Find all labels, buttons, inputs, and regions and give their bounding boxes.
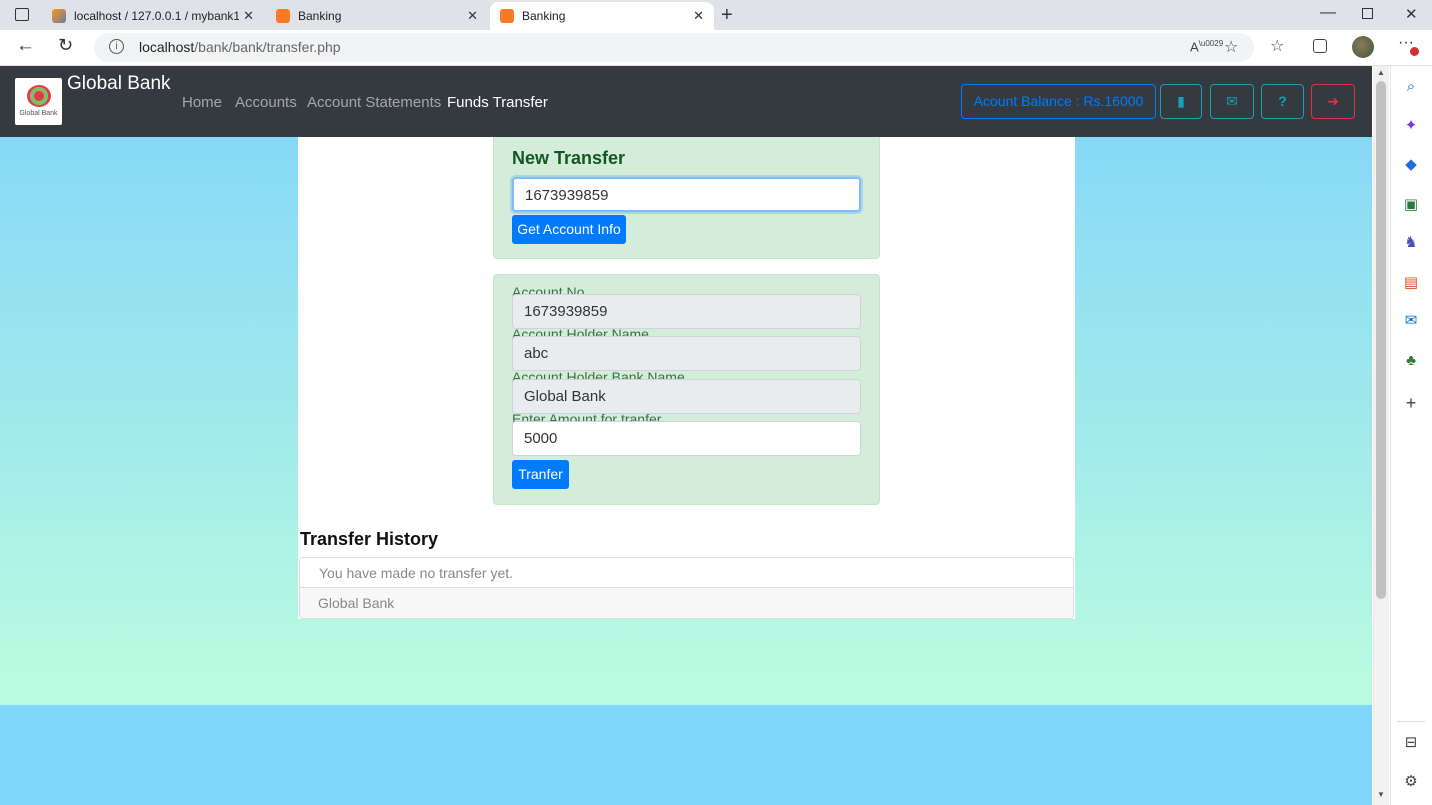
site-info-icon[interactable]: i: [109, 39, 124, 54]
brand-logo[interactable]: Global Bank: [15, 78, 62, 125]
minimize-icon[interactable]: —: [1320, 4, 1336, 22]
holder-name-field: abc: [512, 336, 861, 371]
account-number-input[interactable]: 1673939859: [512, 177, 861, 212]
site-navbar: Global Bank Global Bank Home Accounts Ac…: [0, 66, 1372, 137]
tab-title: Banking: [522, 9, 566, 23]
new-tab-icon[interactable]: +: [721, 4, 733, 27]
page-background: New Transfer 1673939859 Get Account Info…: [0, 137, 1372, 805]
account-no-field: 1673939859: [512, 294, 861, 329]
bank-name-field: Global Bank: [512, 379, 861, 414]
message-button[interactable]: ✉: [1210, 84, 1254, 119]
sign-out-icon: ➜: [1327, 93, 1339, 109]
tab-title: Banking: [298, 9, 342, 23]
scroll-up-icon[interactable]: ▲: [1377, 68, 1385, 77]
xampp-favicon-icon: [276, 9, 290, 23]
account-info-card: Account No. 1673939859 Account Holder Na…: [493, 274, 880, 505]
browser-sidebar: [1390, 66, 1432, 805]
xampp-favicon-icon: [500, 9, 514, 23]
brand-name[interactable]: Global Bank: [67, 73, 171, 95]
close-window-icon[interactable]: ✕: [1405, 5, 1418, 23]
hide-sidebar-icon[interactable]: ⊟: [1402, 734, 1420, 752]
reload-icon[interactable]: ↻: [58, 35, 73, 56]
search-icon[interactable]: ⌕: [1402, 78, 1420, 96]
add-favorite-icon[interactable]: ☆: [1224, 37, 1238, 57]
favorites-icon[interactable]: ☆: [1270, 36, 1284, 56]
tab-banking-2[interactable]: Banking ✕: [490, 2, 714, 30]
add-sidebar-icon[interactable]: +: [1402, 394, 1420, 412]
games-icon[interactable]: ♞: [1402, 234, 1420, 252]
main-container: New Transfer 1673939859 Get Account Info…: [298, 137, 1075, 619]
logo-globe-icon: [27, 85, 51, 107]
nav-link-statements[interactable]: Account Statements: [307, 94, 441, 111]
book-icon: ▮: [1177, 93, 1185, 109]
phpmyadmin-favicon-icon: [52, 9, 66, 23]
close-tab-icon[interactable]: ✕: [243, 8, 254, 24]
amount-input[interactable]: 5000: [512, 421, 861, 456]
nav-link-funds-transfer[interactable]: Funds Transfer: [447, 94, 548, 111]
tab-title: localhost / 127.0.0.1 / mybank1 |: [74, 9, 239, 23]
footer-text: Global Bank: [318, 595, 395, 611]
collections-icon[interactable]: [1313, 39, 1327, 53]
restore-icon[interactable]: [1362, 8, 1373, 19]
page-scrollbar[interactable]: ▲ ▼: [1373, 66, 1389, 805]
shopping-icon[interactable]: ◆: [1402, 156, 1420, 174]
book-button[interactable]: ▮: [1160, 84, 1202, 119]
browser-tab-bar: localhost / 127.0.0.1 / mybank1 | ✕ Bank…: [0, 0, 1432, 30]
get-account-info-button[interactable]: Get Account Info: [512, 215, 626, 244]
history-empty-row: You have made no transfer yet.: [299, 557, 1074, 588]
new-transfer-title: New Transfer: [512, 148, 626, 168]
tab-phpmyadmin[interactable]: localhost / 127.0.0.1 / mybank1 | ✕: [52, 2, 264, 30]
account-balance-button[interactable]: Acount Balance : Rs.16000: [961, 84, 1156, 119]
notification-badge: [1410, 47, 1419, 56]
url-field[interactable]: i localhost/bank/bank/transfer.php A\u00…: [94, 33, 1254, 62]
back-icon[interactable]: ←: [16, 35, 35, 57]
copilot-icon[interactable]: ✦: [1402, 117, 1420, 135]
settings-icon[interactable]: ⚙: [1402, 773, 1420, 791]
profile-avatar[interactable]: [1352, 36, 1374, 58]
nav-link-home[interactable]: Home: [182, 94, 222, 111]
nav-link-accounts[interactable]: Accounts: [235, 94, 297, 111]
logout-button[interactable]: ➜: [1311, 84, 1355, 119]
read-aloud-icon[interactable]: A\u0029: [1190, 39, 1223, 54]
history-empty-text: You have made no transfer yet.: [319, 565, 514, 581]
transfer-history-title: Transfer History: [300, 529, 439, 549]
close-tab-icon[interactable]: ✕: [467, 8, 478, 24]
office-icon[interactable]: ▤: [1402, 274, 1420, 292]
new-transfer-card: New Transfer 1673939859 Get Account Info: [493, 137, 880, 259]
address-bar-row: ← ↻ i localhost/bank/bank/transfer.php A…: [0, 30, 1432, 66]
close-tab-icon[interactable]: ✕: [693, 8, 704, 24]
envelope-icon: ✉: [1226, 93, 1238, 109]
scrollbar-thumb[interactable]: [1376, 81, 1386, 599]
transfer-button[interactable]: Tranfer: [512, 460, 569, 489]
help-button[interactable]: ?: [1261, 84, 1304, 119]
history-footer: Global Bank: [299, 588, 1074, 619]
background-wave: [0, 705, 1372, 805]
tools-icon[interactable]: ▣: [1402, 196, 1420, 214]
sidebar-divider: [1397, 721, 1425, 722]
question-icon: ?: [1278, 93, 1287, 109]
scroll-down-icon[interactable]: ▼: [1377, 790, 1385, 799]
tab-banking-1[interactable]: Banking ✕: [276, 2, 488, 30]
url-text: localhost/bank/bank/transfer.php: [139, 39, 341, 55]
tab-actions-icon[interactable]: [15, 8, 29, 21]
outlook-icon[interactable]: ✉: [1402, 312, 1420, 330]
tree-icon[interactable]: ♣: [1402, 352, 1420, 370]
logo-text: Global Bank: [19, 110, 58, 117]
